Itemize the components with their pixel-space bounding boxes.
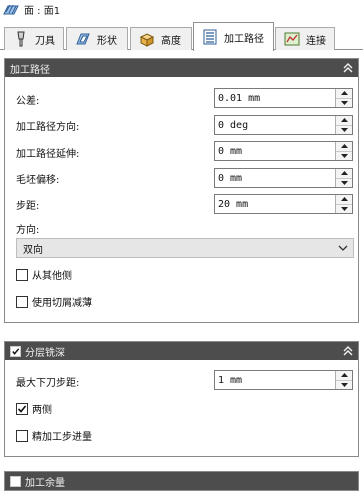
decrement-arrow[interactable] <box>336 97 352 107</box>
extension-field[interactable] <box>214 141 353 161</box>
tab-toolpath-label: 加工路径 <box>224 33 264 45</box>
arrow-up-icon <box>340 373 348 378</box>
increment-arrow[interactable] <box>336 371 352 380</box>
both-ways-checkbox[interactable]: 两侧 <box>16 401 52 416</box>
increment-arrow[interactable] <box>336 195 352 204</box>
stepover-field[interactable] <box>214 194 353 214</box>
tab-height[interactable]: 高度 <box>130 27 192 50</box>
tab-bar: 刀具 形状 高度 加工路径 连接 <box>0 20 363 51</box>
tolerance-field[interactable] <box>214 88 353 108</box>
arrow-up-icon <box>340 171 348 176</box>
tool-icon <box>17 31 25 47</box>
multiple-depths-header-label: 分层铣深 <box>25 347 65 359</box>
decrement-arrow[interactable] <box>336 124 352 134</box>
max-stepdown-label: 最大下刀步距: <box>16 378 80 389</box>
collapse-icon[interactable] <box>342 345 354 357</box>
tab-tool-label: 刀具 <box>35 35 55 47</box>
stock-to-leave-header[interactable]: 加工余量 <box>5 472 358 490</box>
finishing-stepdown-label: 精加工步进量 <box>32 432 92 443</box>
arrow-down-icon <box>340 180 348 185</box>
max-stepdown-field[interactable] <box>214 370 353 390</box>
tab-shape[interactable]: 形状 <box>66 27 128 50</box>
stock-offset-input[interactable] <box>215 169 335 187</box>
max-stepdown-stepper[interactable] <box>335 371 352 389</box>
multiple-depths-panel: 分层铣深 最大下刀步距: 两侧 精加工步进量 <box>4 341 359 457</box>
multiple-depths-checkbox[interactable] <box>10 345 21 357</box>
direction-stepper[interactable] <box>335 116 352 134</box>
window-title: 面 : 面1 <box>24 6 61 17</box>
title-bar: 面 : 面1 <box>0 0 363 19</box>
tolerance-stepper[interactable] <box>335 89 352 107</box>
arrow-down-icon <box>340 206 348 211</box>
tab-height-label: 高度 <box>161 35 181 47</box>
other-side-box[interactable] <box>16 268 28 281</box>
chevron-down-icon <box>338 245 348 251</box>
stock-offset-field[interactable] <box>214 168 353 188</box>
arrow-up-icon <box>340 197 348 202</box>
chip-thinning-box[interactable] <box>16 295 28 308</box>
stock-offset-stepper[interactable] <box>335 169 352 187</box>
tab-toolpath[interactable]: 加工路径 <box>193 22 274 51</box>
stock-to-leave-header-label: 加工余量 <box>25 477 65 489</box>
extension-stepper[interactable] <box>335 142 352 160</box>
collapse-icon[interactable] <box>342 62 354 74</box>
direction-input[interactable] <box>215 116 335 134</box>
arrow-down-icon <box>340 100 348 105</box>
checkmark-icon <box>17 404 27 413</box>
both-ways-label: 两侧 <box>32 405 52 416</box>
toolpath-icon <box>203 29 217 45</box>
stock-offset-label: 毛坯偏移: <box>16 175 60 186</box>
passes-panel: 加工路径 公差: 加工路径方向: 加工路径延伸: 毛坯偏移: <box>4 58 359 323</box>
decrement-arrow[interactable] <box>336 150 352 160</box>
shape-icon <box>76 33 90 45</box>
cut-direction-label: 方向: <box>16 225 40 236</box>
multiple-depths-header[interactable]: 分层铣深 <box>5 342 358 360</box>
arrow-up-icon <box>340 91 348 96</box>
arrow-down-icon <box>340 153 348 158</box>
passes-header[interactable]: 加工路径 <box>5 59 358 77</box>
finishing-stepdown-checkbox[interactable]: 精加工步进量 <box>16 428 92 443</box>
tab-linking[interactable]: 连接 <box>275 27 335 50</box>
arrow-up-icon <box>340 118 348 123</box>
tab-linking-label: 连接 <box>306 35 326 47</box>
face-icon <box>3 4 19 14</box>
chip-thinning-label: 使用切屑减薄 <box>32 298 92 309</box>
arrow-down-icon <box>340 127 348 132</box>
arrow-down-icon <box>340 382 348 387</box>
checkmark-icon <box>12 347 20 355</box>
max-stepdown-input[interactable] <box>215 371 335 389</box>
arrow-up-icon <box>340 144 348 149</box>
stepover-label: 步距: <box>16 201 40 212</box>
stepover-stepper[interactable] <box>335 195 352 213</box>
extension-input[interactable] <box>215 142 335 160</box>
other-side-checkbox[interactable]: 从其他侧 <box>16 267 72 282</box>
increment-arrow[interactable] <box>336 142 352 151</box>
cut-direction-value: 双向 <box>23 244 43 256</box>
stock-to-leave-panel: 加工余量 <box>4 471 359 491</box>
stepover-input[interactable] <box>215 195 335 213</box>
decrement-arrow[interactable] <box>336 177 352 187</box>
other-side-label: 从其他侧 <box>32 271 72 282</box>
extension-label: 加工路径延伸: <box>16 149 80 160</box>
decrement-arrow[interactable] <box>336 379 352 389</box>
tab-tool[interactable]: 刀具 <box>4 27 64 50</box>
direction-label: 加工路径方向: <box>16 122 80 133</box>
increment-arrow[interactable] <box>336 116 352 125</box>
chip-thinning-checkbox[interactable]: 使用切屑减薄 <box>16 294 92 309</box>
linking-icon <box>284 32 300 46</box>
cut-direction-select[interactable]: 双向 <box>16 238 354 258</box>
increment-arrow[interactable] <box>336 89 352 98</box>
passes-header-label: 加工路径 <box>10 64 50 76</box>
both-ways-box[interactable] <box>16 402 28 415</box>
direction-field[interactable] <box>214 115 353 135</box>
finishing-stepdown-box[interactable] <box>16 429 28 442</box>
height-icon <box>139 33 155 47</box>
tab-shape-label: 形状 <box>97 35 117 47</box>
stock-to-leave-checkbox[interactable] <box>10 475 21 487</box>
decrement-arrow[interactable] <box>336 203 352 213</box>
tolerance-input[interactable] <box>215 89 335 107</box>
increment-arrow[interactable] <box>336 169 352 178</box>
tolerance-label: 公差: <box>16 96 40 107</box>
